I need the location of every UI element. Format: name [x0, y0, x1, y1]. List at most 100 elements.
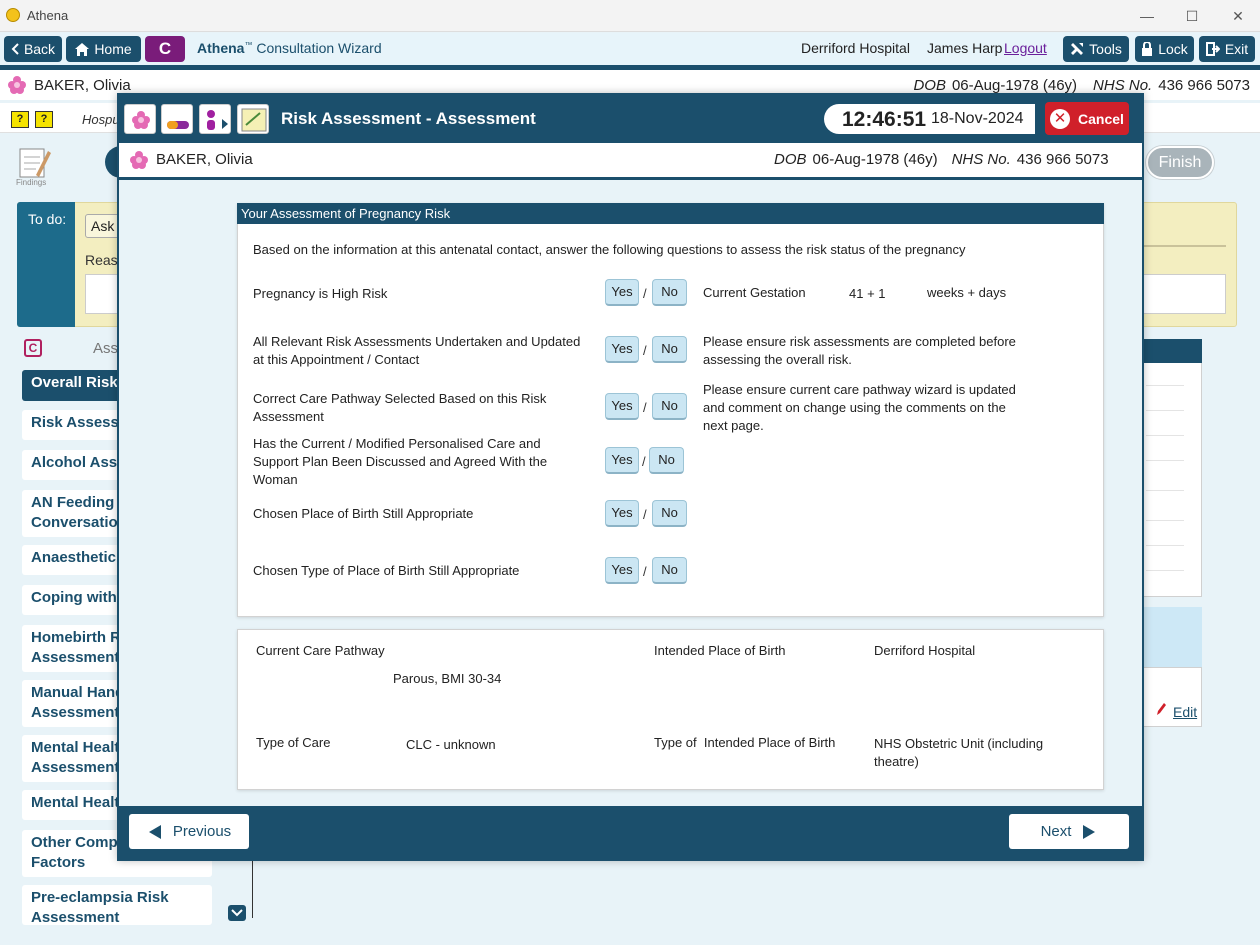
- question-place-of-birth: Chosen Place of Birth Still Appropriate: [253, 506, 474, 521]
- care-pathway-no-button[interactable]: No: [652, 393, 687, 420]
- tools-icon: [1071, 43, 1084, 55]
- high-risk-yes-button[interactable]: Yes: [605, 279, 639, 306]
- lock-label: Lock: [1158, 41, 1188, 57]
- care-plan-no-button[interactable]: No: [649, 447, 684, 474]
- exit-icon: [1205, 42, 1220, 56]
- dob-value: 06-Aug-1978 (46y): [951, 77, 1078, 94]
- dialog-title: Risk Assessment - Assessment: [281, 109, 536, 128]
- place-of-birth-no-button[interactable]: No: [652, 500, 687, 527]
- c-button[interactable]: C: [145, 36, 185, 62]
- question-risk-assessments: All Relevant Risk Assessments Undertaken…: [253, 334, 581, 367]
- question-care-plan: Has the Current / Modified Personalised …: [253, 436, 548, 487]
- risk-assessments-yes-button[interactable]: Yes: [605, 336, 639, 363]
- help-icon[interactable]: ?: [35, 111, 53, 128]
- risk-assessments-no-button[interactable]: No: [652, 336, 687, 363]
- question-care-pathway: Correct Care Pathway Selected Based on t…: [253, 391, 547, 424]
- place-type-label: Type of Intended Place of Birth: [654, 735, 836, 750]
- hospital-name: Derriford Hospital: [801, 40, 910, 56]
- patient-identifiers: DOB 06-Aug-1978 (46y) NHS No. 436 966 5073: [897, 77, 1250, 94]
- care-type-label: Type of Care: [256, 735, 331, 750]
- c-mini-icon: C: [24, 339, 42, 357]
- logout-link[interactable]: Logout: [1004, 40, 1047, 56]
- dialog-patient-identifiers: DOB 06-Aug-1978 (46y) NHS No. 436 966 5073: [774, 151, 1109, 168]
- card-intro: Based on the information at this antenat…: [253, 242, 966, 257]
- high-risk-no-button[interactable]: No: [652, 279, 687, 306]
- slash: /: [643, 343, 647, 358]
- arrow-left-icon: [148, 824, 161, 839]
- gestation-label: Current Gestation: [703, 285, 806, 300]
- cancel-button[interactable]: ✕ Cancel: [1045, 102, 1129, 135]
- reason-label: Reas: [85, 252, 118, 268]
- flower-icon: [130, 151, 148, 172]
- nhs-label: NHS No.: [1093, 77, 1153, 94]
- help-list-icon[interactable]: ?: [11, 111, 29, 128]
- place-label: Intended Place of Birth: [654, 643, 786, 658]
- nhs-value: 436 966 5073: [1016, 151, 1109, 168]
- gestation-unit: weeks + days: [927, 285, 1007, 300]
- brand-subtitle: Consultation Wizard: [252, 40, 382, 56]
- care-pathway-note: Please ensure current care pathway wizar…: [703, 382, 1016, 433]
- window-titlebar: [0, 0, 1260, 32]
- type-place-of-birth-yes-button[interactable]: Yes: [605, 557, 639, 584]
- lock-button[interactable]: Lock: [1135, 36, 1194, 62]
- home-label: Home: [94, 41, 132, 57]
- dialog-patient-name: BAKER, Olivia: [156, 151, 253, 168]
- finish-button[interactable]: Finish: [1146, 146, 1214, 179]
- back-arrow-icon: [11, 43, 19, 55]
- maximize-button[interactable]: ☐: [1182, 6, 1202, 26]
- previous-button[interactable]: Previous: [129, 814, 249, 849]
- todo-divider: [1140, 245, 1226, 247]
- hospital-partial: Hospu: [82, 112, 120, 127]
- home-icon: [75, 42, 90, 56]
- slash: /: [643, 564, 647, 579]
- lock-icon: [1142, 42, 1153, 56]
- clock-time: 12:46:51: [842, 108, 927, 131]
- figure-icon[interactable]: [199, 104, 231, 134]
- gestation-value: 41 + 1: [849, 286, 886, 301]
- next-label: Next: [1040, 823, 1072, 840]
- tools-label: Tools: [1089, 41, 1122, 57]
- place-value: Derriford Hospital: [874, 643, 976, 658]
- pathway-value: Parous, BMI 30-34: [393, 671, 502, 686]
- care-type-value: CLC - unknown: [406, 737, 496, 752]
- slash: /: [643, 400, 647, 415]
- care-pathway-yes-button[interactable]: Yes: [605, 393, 639, 420]
- assessments-label: Ass: [93, 340, 119, 357]
- care-plan-yes-button[interactable]: Yes: [605, 447, 639, 474]
- home-button[interactable]: Home: [66, 36, 141, 62]
- pills-icon[interactable]: [161, 104, 193, 134]
- slash: /: [643, 507, 647, 522]
- risk-assessment-note: Please ensure risk assessments are compl…: [703, 334, 1016, 367]
- dob-value: 06-Aug-1978 (46y): [812, 151, 938, 168]
- flower-tab-icon[interactable]: [124, 104, 156, 134]
- arrow-right-icon: [1083, 824, 1096, 839]
- nhs-value: 436 966 5073: [1158, 77, 1250, 94]
- exit-button[interactable]: Exit: [1199, 36, 1255, 62]
- question-type-place-of-birth: Chosen Type of Place of Birth Still Appr…: [253, 563, 520, 578]
- back-button[interactable]: Back: [4, 36, 62, 62]
- clock-date: 18-Nov-2024: [931, 110, 1024, 127]
- patient-name: BAKER, Olivia: [34, 77, 131, 94]
- window-title: Athena: [27, 8, 69, 23]
- notes-icon[interactable]: [237, 104, 269, 134]
- next-button[interactable]: Next: [1009, 814, 1129, 849]
- scroll-down-button[interactable]: [228, 905, 246, 921]
- type-place-of-birth-no-button[interactable]: No: [652, 557, 687, 584]
- tools-button[interactable]: Tools: [1063, 36, 1129, 62]
- user-name: James Harp: [927, 40, 1003, 56]
- place-of-birth-yes-button[interactable]: Yes: [605, 500, 639, 527]
- cancel-label: Cancel: [1078, 110, 1124, 127]
- athena-logo-icon: [6, 8, 20, 22]
- card-title: Your Assessment of Pregnancy Risk: [237, 203, 1104, 224]
- app-brand: Athena™ Consultation Wizard: [197, 40, 382, 56]
- minimize-button[interactable]: —: [1137, 6, 1157, 26]
- dob-label: DOB: [774, 151, 807, 168]
- background-line: [252, 858, 253, 918]
- background-table-header: [1140, 339, 1202, 363]
- exit-label: Exit: [1224, 41, 1249, 57]
- background-table: [1140, 339, 1202, 597]
- sidebar-item-pre-eclampsia[interactable]: Pre-eclampsia Risk Assessment: [22, 885, 212, 925]
- edit-link[interactable]: Edit: [1173, 704, 1197, 720]
- background-highlight: [1140, 607, 1202, 667]
- close-window-button[interactable]: ✕: [1228, 6, 1248, 26]
